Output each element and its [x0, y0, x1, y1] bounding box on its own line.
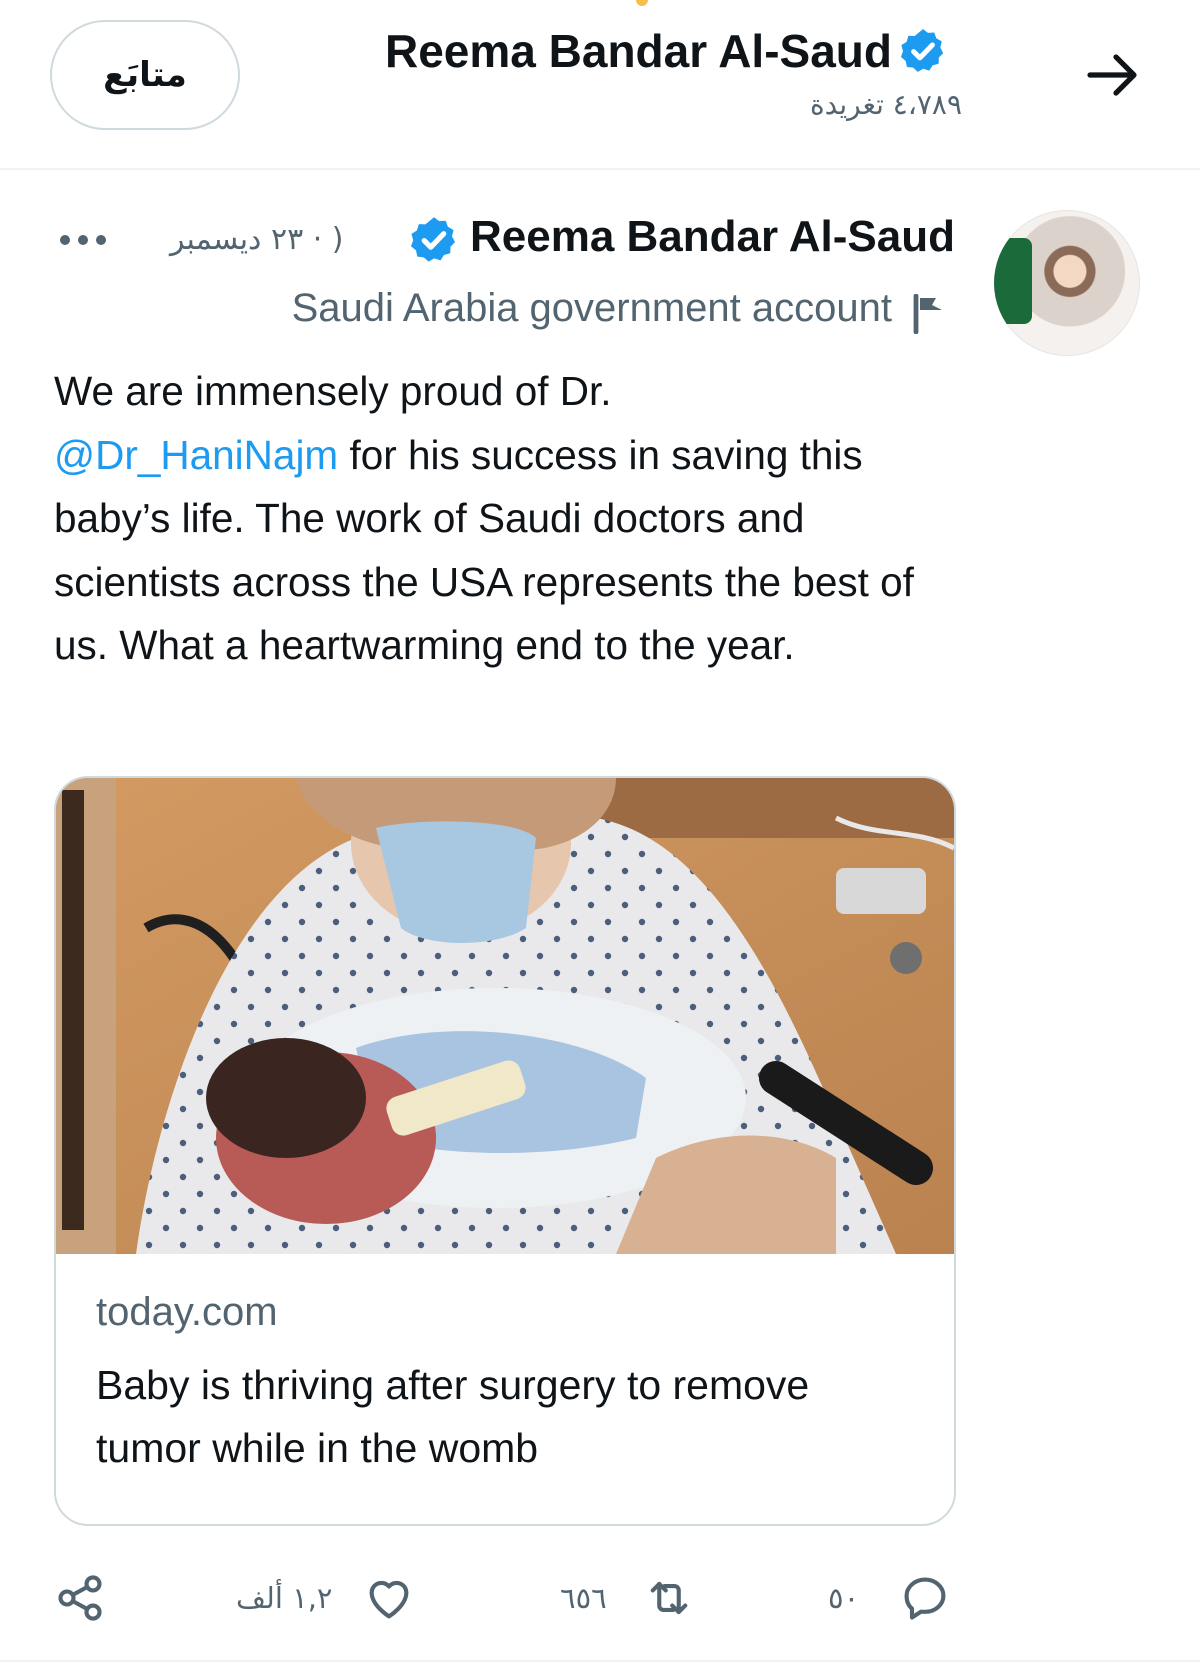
header-display-name: Reema Bandar Al-Saud — [385, 25, 892, 77]
share-icon[interactable] — [54, 1572, 106, 1624]
avatar[interactable] — [994, 210, 1140, 356]
author-name[interactable]: Reema Bandar Al-Saud — [470, 212, 955, 262]
retweet-count: ٦٥٦ — [560, 1581, 607, 1615]
divider — [0, 1660, 1200, 1662]
verified-badge-icon — [411, 217, 456, 262]
like-icon[interactable] — [363, 1572, 415, 1624]
tweet-count: ٤،٧٨٩ تغريدة — [809, 88, 962, 121]
mention-link[interactable]: @Dr_HaniNajm — [54, 432, 338, 478]
more-icon[interactable] — [58, 232, 108, 248]
reply-count: ٥٠ — [828, 1581, 860, 1615]
avatar-flag-graphic — [994, 238, 1032, 324]
like-action[interactable]: ١,٢ ألف — [236, 1568, 415, 1628]
share-action[interactable] — [54, 1568, 106, 1628]
back-arrow-icon[interactable] — [1086, 50, 1142, 100]
card-title: Baby is thriving after surgery to remove… — [96, 1362, 810, 1471]
reply-icon[interactable] — [899, 1572, 951, 1624]
verified-badge-icon — [900, 29, 944, 72]
hospital-photo — [56, 778, 954, 1254]
profile-header: متابَع Reema Bandar Al-Saud ٤،٧٨٩ تغريدة — [0, 0, 1200, 170]
tweet-text: We are immensely proud of Dr. @Dr_HaniNaj… — [54, 360, 954, 678]
tweet-text-start: We are immensely proud of Dr. — [54, 368, 612, 414]
government-account-label[interactable]: Saudi Arabia government account — [292, 286, 892, 331]
retweet-action[interactable]: ٦٥٦ — [560, 1568, 695, 1628]
retweet-icon[interactable] — [643, 1572, 695, 1624]
following-button[interactable]: متابَع — [50, 20, 240, 130]
reply-action[interactable]: ٥٠ — [828, 1568, 951, 1628]
link-card[interactable]: today.com Baby is thriving after surgery… — [54, 776, 956, 1526]
like-count: ١,٢ ألف — [236, 1581, 333, 1615]
tweet-timestamp[interactable]: ( · ٢٣ ديسمبر — [170, 222, 344, 257]
government-flag-icon — [913, 294, 942, 334]
card-domain: today.com — [96, 1290, 278, 1334]
card-image[interactable] — [56, 778, 954, 1254]
